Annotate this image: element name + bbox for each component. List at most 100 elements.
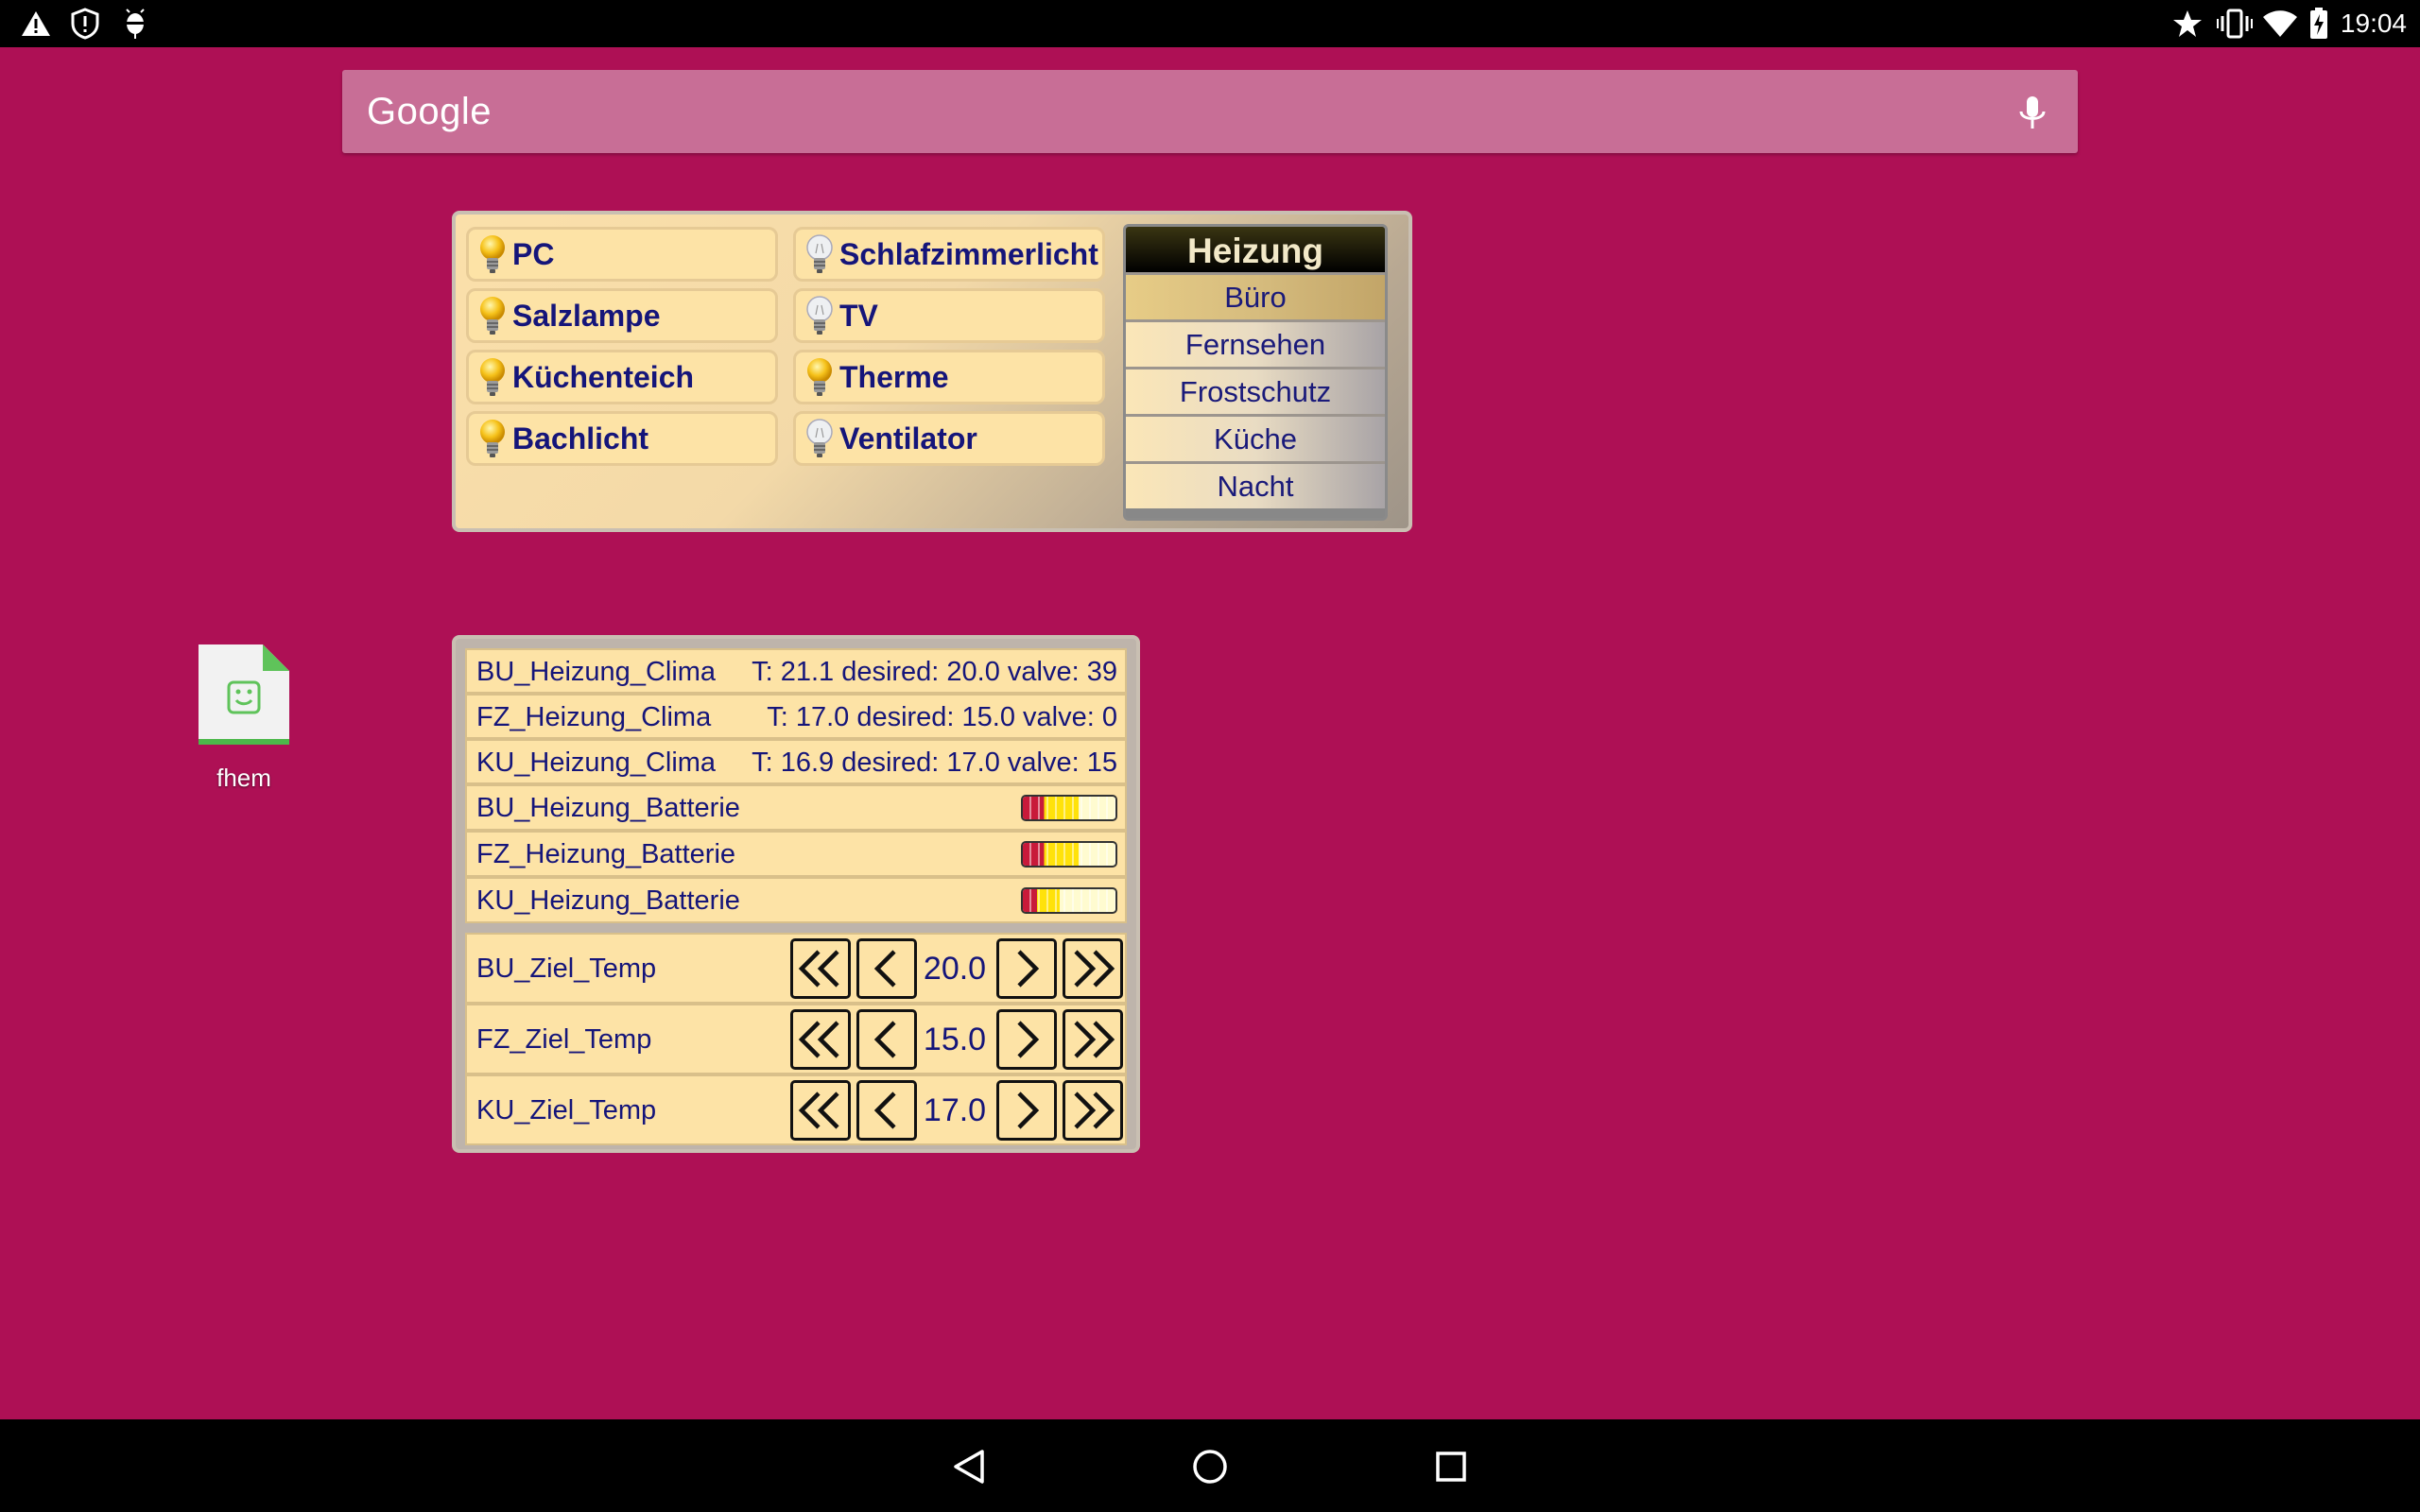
fhem-app-label: fhem — [216, 764, 271, 792]
decrease-button[interactable] — [856, 1080, 917, 1141]
wifi-icon — [2261, 8, 2299, 40]
clima-value: T: 17.0 desired: 15.0 valve: 0 — [767, 702, 1117, 732]
light-button-bachlicht[interactable]: Bachlicht — [466, 411, 778, 466]
heizung-item-nacht[interactable]: Nacht — [1126, 461, 1385, 508]
heizung-item-buero[interactable]: Büro — [1126, 272, 1385, 319]
bulb-on-icon — [480, 358, 505, 396]
chevron-right-icon — [1017, 950, 1040, 988]
bulb-on-icon — [480, 235, 505, 273]
increase-button[interactable] — [996, 1009, 1057, 1070]
warning-icon — [19, 8, 53, 40]
target-temp-value: 15.0 — [923, 1022, 987, 1057]
light-label: Schlafzimmerlicht — [839, 236, 1098, 271]
battery-indicator — [1021, 795, 1117, 821]
clima-row[interactable]: KU_Heizung_Clima T: 16.9 desired: 17.0 v… — [465, 739, 1127, 784]
target-temp-name: KU_Ziel_Temp — [476, 1095, 657, 1125]
decrease-fast-button[interactable] — [790, 1080, 851, 1141]
target-temp-value: 20.0 — [923, 951, 987, 987]
light-label: Therme — [839, 359, 949, 394]
battery-name: KU_Heizung_Batterie — [476, 885, 740, 916]
double-chevron-right-icon — [1074, 950, 1115, 988]
double-chevron-left-icon — [798, 950, 839, 988]
battery-indicator — [1021, 887, 1117, 914]
double-chevron-right-icon — [1074, 1091, 1115, 1129]
heizung-panel: Heizung Büro Fernsehen Frostschutz Küche… — [1123, 224, 1388, 521]
battery-row[interactable]: FZ_Heizung_Batterie — [465, 831, 1127, 877]
light-button-kuechenteich[interactable]: Küchenteich — [466, 350, 778, 404]
clima-value: T: 16.9 desired: 17.0 valve: 15 — [752, 747, 1117, 778]
recents-icon[interactable] — [1418, 1438, 1484, 1495]
clima-value: T: 21.1 desired: 20.0 valve: 39 — [752, 657, 1117, 687]
clock: 19:04 — [2340, 9, 2407, 38]
light-button-ventilator[interactable]: Ventilator — [793, 411, 1105, 466]
star-icon — [2170, 8, 2204, 40]
light-button-pc[interactable]: PC — [466, 227, 778, 282]
increase-fast-button[interactable] — [1063, 938, 1123, 999]
decrease-fast-button[interactable] — [790, 938, 851, 999]
double-chevron-right-icon — [1074, 1021, 1115, 1058]
battery-name: FZ_Heizung_Batterie — [476, 839, 736, 869]
decrease-button[interactable] — [856, 938, 917, 999]
double-chevron-left-icon — [798, 1091, 839, 1129]
status-bar: 19:04 — [0, 0, 2420, 47]
light-label: PC — [512, 236, 555, 271]
battery-indicator — [1021, 841, 1117, 868]
decrease-fast-button[interactable] — [790, 1009, 851, 1070]
battery-row[interactable]: BU_Heizung_Batterie — [465, 784, 1127, 831]
back-icon[interactable] — [936, 1438, 1002, 1495]
light-label: Küchenteich — [512, 359, 695, 394]
heating-widget: BU_Heizung_Clima T: 21.1 desired: 20.0 v… — [452, 635, 1140, 1153]
clima-row[interactable]: BU_Heizung_Clima T: 21.1 desired: 20.0 v… — [465, 648, 1127, 694]
navigation-bar — [0, 1419, 2420, 1512]
bulb-on-icon — [480, 420, 505, 457]
increase-fast-button[interactable] — [1063, 1080, 1123, 1141]
fhem-app-icon[interactable] — [195, 641, 293, 750]
chevron-right-icon — [1017, 1021, 1040, 1058]
increase-button[interactable] — [996, 938, 1057, 999]
chevron-left-icon — [873, 950, 896, 988]
target-temp-row: BU_Ziel_Temp 20.0 — [465, 933, 1127, 1004]
bulb-on-icon — [807, 358, 832, 396]
target-temp-row: FZ_Ziel_Temp 15.0 — [465, 1004, 1127, 1074]
double-chevron-left-icon — [798, 1021, 839, 1058]
clima-name: KU_Heizung_Clima — [476, 747, 717, 778]
google-search-bar[interactable]: Google — [342, 70, 2078, 153]
home-icon[interactable] — [1177, 1438, 1243, 1495]
bulb-off-icon — [806, 234, 833, 273]
battery-row[interactable]: KU_Heizung_Batterie — [465, 877, 1127, 923]
shield-alert-icon — [68, 8, 102, 40]
chevron-left-icon — [873, 1021, 896, 1058]
battery-charging-icon — [2307, 8, 2331, 40]
light-label: Salzlampe — [512, 298, 661, 333]
heizung-item-frostschutz[interactable]: Frostschutz — [1126, 367, 1385, 414]
light-button-schlafzimmerlicht[interactable]: Schlafzimmerlicht — [793, 227, 1105, 282]
chevron-left-icon — [873, 1091, 896, 1129]
target-temp-row: KU_Ziel_Temp 17.0 — [465, 1074, 1127, 1145]
vibrate-icon — [2216, 8, 2254, 40]
clima-name: BU_Heizung_Clima — [476, 657, 717, 687]
target-temp-value: 17.0 — [923, 1092, 987, 1128]
light-button-therme[interactable]: Therme — [793, 350, 1105, 404]
lights-widget: PC Salzlampe Küchenteich Bachlicht Schla… — [452, 211, 1412, 532]
bulb-off-icon — [806, 419, 833, 457]
clima-name: FZ_Heizung_Clima — [476, 702, 712, 732]
google-logo: Google — [367, 91, 492, 132]
heizung-title: Heizung — [1126, 227, 1385, 272]
light-label: TV — [839, 298, 878, 333]
increase-button[interactable] — [996, 1080, 1057, 1141]
mic-icon[interactable] — [2015, 94, 2049, 132]
clima-row[interactable]: FZ_Heizung_Clima T: 17.0 desired: 15.0 v… — [465, 694, 1127, 739]
light-label: Bachlicht — [512, 421, 649, 455]
android-debug-icon — [119, 8, 151, 40]
chevron-right-icon — [1017, 1091, 1040, 1129]
light-button-salzlampe[interactable]: Salzlampe — [466, 288, 778, 343]
bulb-on-icon — [480, 297, 505, 335]
light-button-tv[interactable]: TV — [793, 288, 1105, 343]
decrease-button[interactable] — [856, 1009, 917, 1070]
heizung-item-kueche[interactable]: Küche — [1126, 414, 1385, 461]
heizung-item-fernsehen[interactable]: Fernsehen — [1126, 319, 1385, 367]
light-label: Ventilator — [839, 421, 977, 455]
bulb-off-icon — [806, 296, 833, 335]
target-temp-name: FZ_Ziel_Temp — [476, 1024, 652, 1055]
increase-fast-button[interactable] — [1063, 1009, 1123, 1070]
